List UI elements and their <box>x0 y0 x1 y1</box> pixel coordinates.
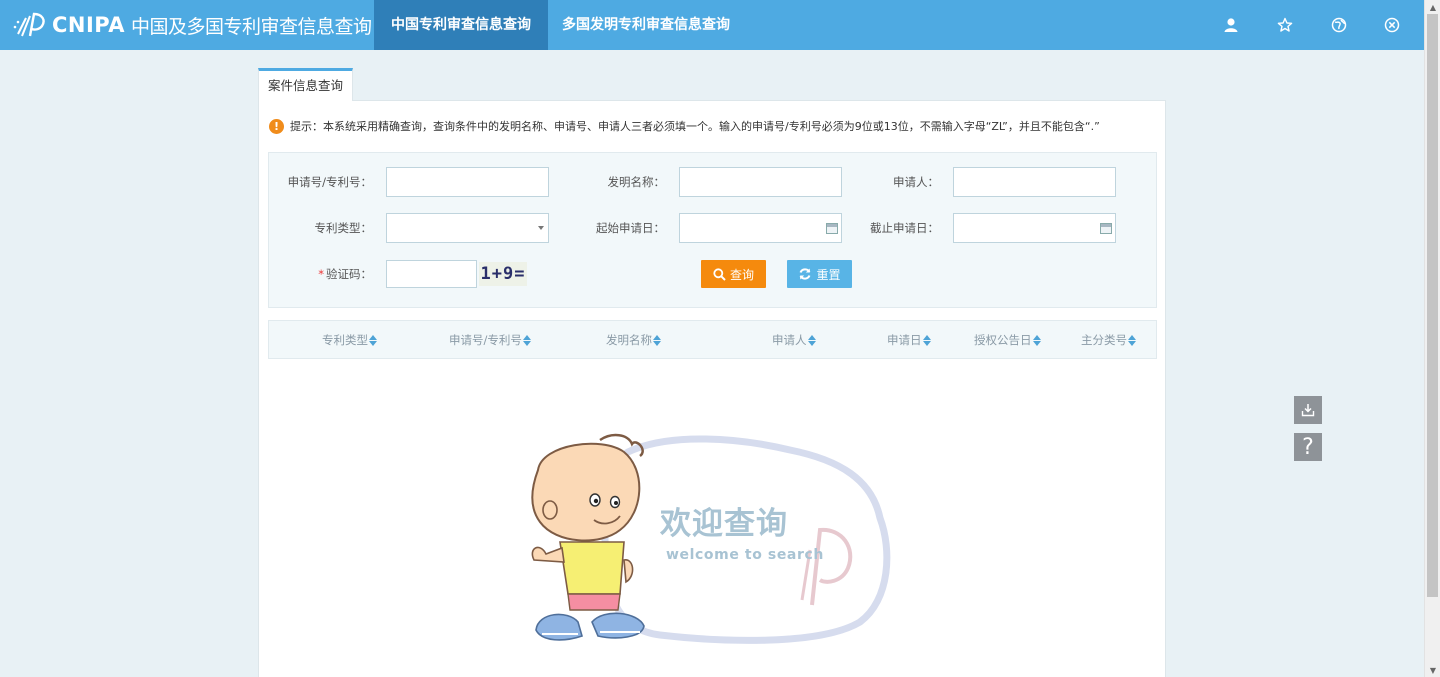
star-icon[interactable] <box>1275 15 1295 35</box>
captcha-label-text: 验证码： <box>326 267 372 281</box>
download-icon[interactable] <box>1294 396 1322 424</box>
top-header: CNIPA 中国及多国专利审查信息查询 中国专利审查信息查询 多国发明专利审查信… <box>0 0 1424 50</box>
sort-icon[interactable] <box>653 335 661 346</box>
sort-icon[interactable] <box>1032 335 1041 346</box>
sort-icon[interactable] <box>369 335 377 346</box>
patent-type-select[interactable] <box>386 213 549 243</box>
welcome-title: 欢迎查询 <box>660 506 788 542</box>
column-app-no[interactable]: 申请号/专利号 <box>449 321 531 360</box>
results-table-header: 专利类型 申请号/专利号 发明名称 申请人 申请日 授权公告日 主分类号 <box>268 320 1157 359</box>
end-date-input[interactable] <box>953 213 1116 243</box>
tab-multi-country-patent[interactable]: 多国发明专利审查信息查询 <box>548 0 744 50</box>
app-no-input[interactable] <box>386 167 549 197</box>
scroll-down-icon[interactable]: ▼ <box>1425 663 1440 677</box>
close-circle-icon[interactable] <box>1382 15 1402 35</box>
hint-text: 提示：本系统采用精确查询，查询条件中的发明名称、申请号、申请人三者必须填一个。输… <box>290 120 1100 133</box>
user-icon[interactable] <box>1221 15 1241 35</box>
scroll-up-icon[interactable]: ▲ <box>1425 0 1440 14</box>
logo-zh-text: 中国及多国专利审查信息查询 <box>131 15 372 38</box>
reset-button-label: 重置 <box>816 267 841 282</box>
chevron-down-icon <box>538 226 544 230</box>
vertical-scrollbar[interactable]: ▲ ▼ <box>1424 0 1440 677</box>
welcome-subtitle: welcome to search <box>666 547 824 563</box>
sort-icon[interactable] <box>807 335 816 346</box>
scrollbar-thumb[interactable] <box>1427 14 1438 597</box>
column-applicant[interactable]: 申请人 <box>772 321 816 360</box>
start-date-input[interactable] <box>679 213 842 243</box>
column-main-class[interactable]: 主分类号 <box>1081 321 1136 360</box>
end-date-label: 截止申请日： <box>870 221 939 235</box>
refresh-icon <box>800 268 811 280</box>
warning-icon: ! <box>269 118 284 134</box>
calendar-icon[interactable] <box>826 223 838 234</box>
column-app-date[interactable]: 申请日 <box>887 321 931 360</box>
patent-type-label: 专利类型： <box>314 221 373 235</box>
help-icon[interactable]: ? <box>1294 433 1322 461</box>
search-button-label: 查询 <box>729 267 754 282</box>
sort-icon[interactable] <box>922 335 931 346</box>
captcha-input[interactable] <box>386 260 477 288</box>
column-patent-type[interactable]: 专利类型 <box>322 321 377 360</box>
logo-en-text: CNIPA <box>52 13 126 37</box>
column-invention-name[interactable]: 发明名称 <box>606 321 661 360</box>
sort-icon[interactable] <box>1128 335 1136 346</box>
calendar-icon[interactable] <box>1100 223 1112 234</box>
tab-china-patent[interactable]: 中国专利审查信息查询 <box>374 0 548 50</box>
captcha-label: * 验证码： <box>272 259 372 289</box>
captcha-image[interactable]: 1+9= <box>479 262 527 286</box>
applicant-label: 申请人： <box>893 175 939 189</box>
search-button[interactable]: 查询 <box>701 260 766 288</box>
reset-button[interactable]: 重置 <box>787 260 852 288</box>
tab-case-info-query[interactable]: 案件信息查询 <box>258 68 353 101</box>
site-logo[interactable]: CNIPA 中国及多国专利审查信息查询 <box>12 8 372 42</box>
applicant-input[interactable] <box>953 167 1116 197</box>
hint-message: ! 提示：本系统采用精确查询，查询条件中的发明名称、申请号、申请人三者必须填一个… <box>269 118 1100 134</box>
required-mark: * <box>318 267 324 281</box>
cnipa-logo-icon <box>13 12 45 37</box>
start-date-label: 起始申请日： <box>596 221 665 235</box>
column-grant-date[interactable]: 授权公告日 <box>974 321 1041 360</box>
search-icon <box>713 267 726 281</box>
globe-icon[interactable] <box>1329 15 1349 35</box>
sort-icon[interactable] <box>522 335 531 346</box>
search-form: 申请号/专利号： 发明名称： 申请人： 专利类型： 起始申请日： 截止申请日： … <box>268 152 1157 308</box>
invention-name-input[interactable] <box>679 167 842 197</box>
invention-name-label: 发明名称： <box>607 175 666 189</box>
app-no-label: 申请号/专利号： <box>287 175 372 189</box>
